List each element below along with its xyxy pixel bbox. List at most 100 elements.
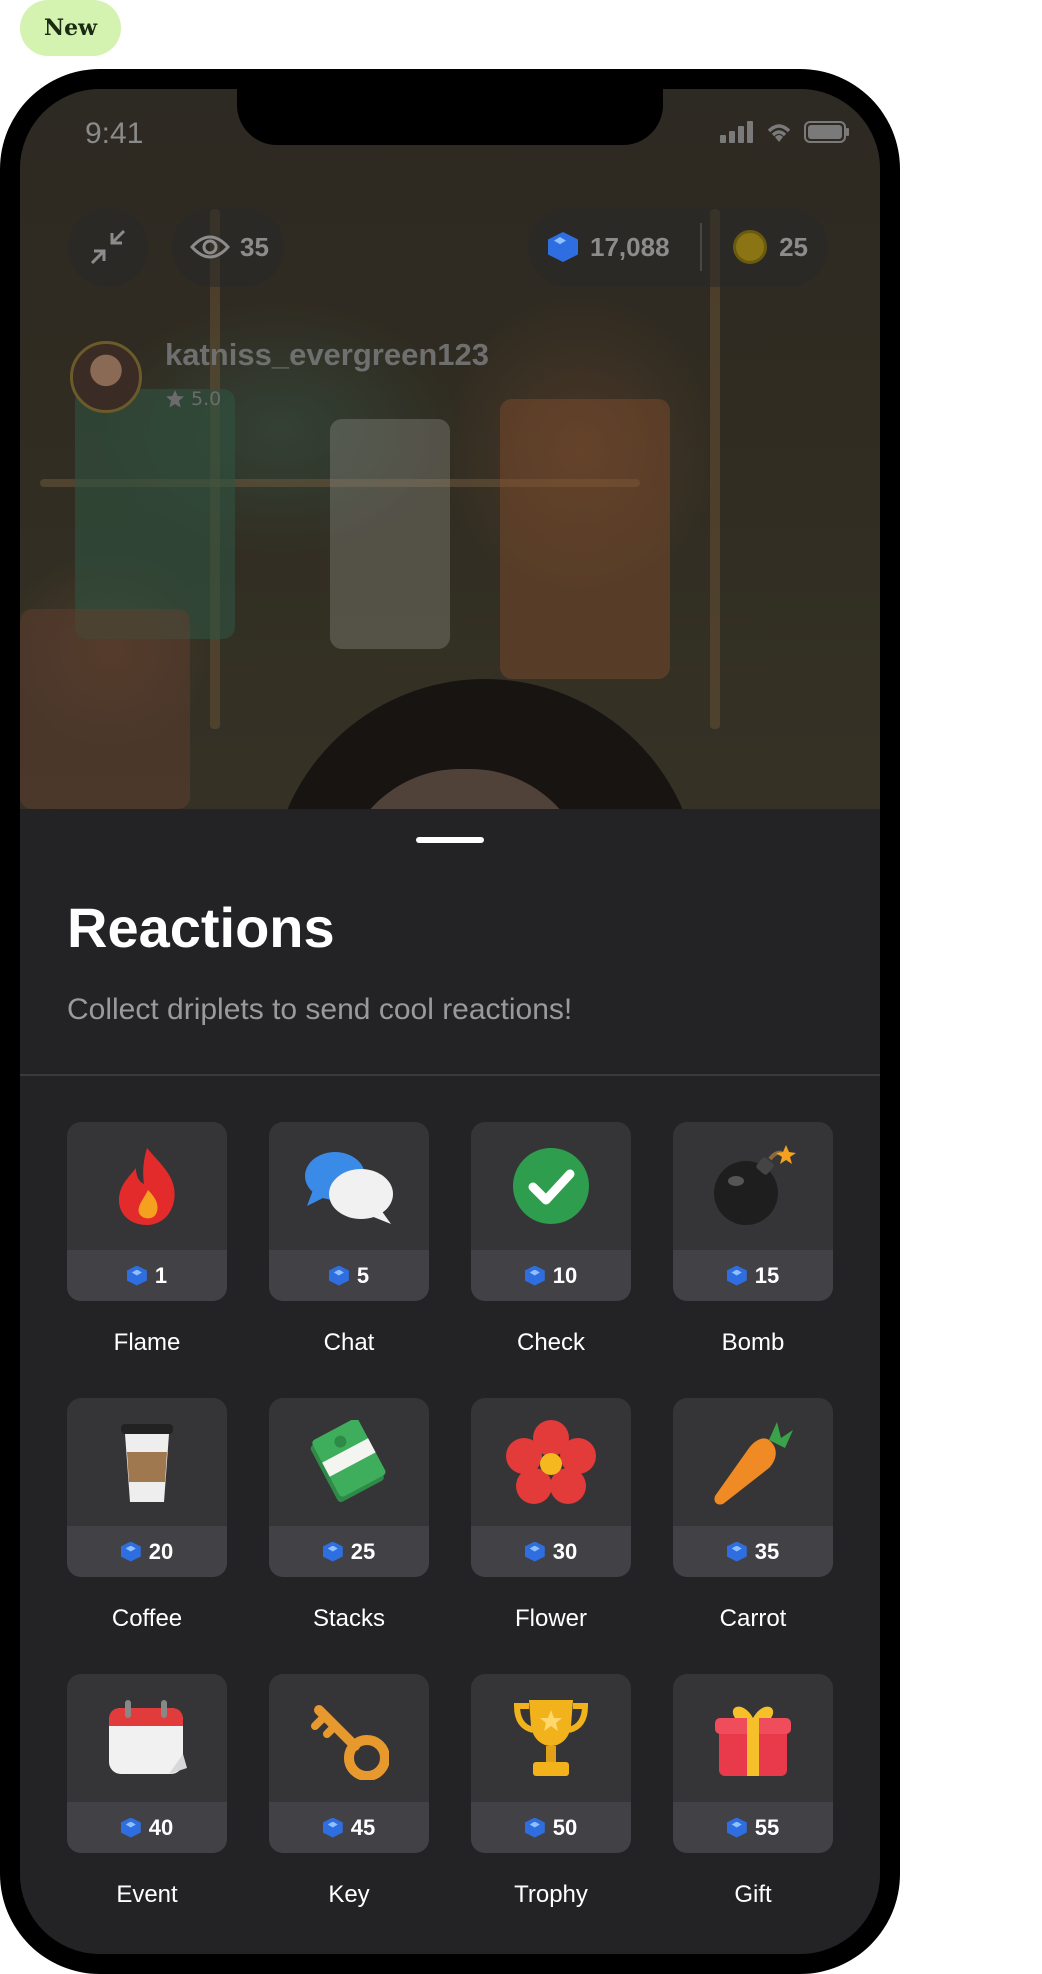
- reactions-sheet: Reactions Collect driplets to send cool …: [20, 809, 880, 1954]
- reaction-price: 15: [673, 1250, 833, 1301]
- gem-balance: 17,088: [548, 232, 670, 263]
- gem-icon: [120, 1541, 141, 1562]
- reaction-price: 35: [673, 1526, 833, 1577]
- reaction-card[interactable]: 5: [269, 1122, 429, 1301]
- battery-icon: [804, 121, 849, 143]
- coin-balance: 25: [733, 230, 808, 264]
- gem-icon: [126, 1265, 147, 1286]
- coin-balance-value: 25: [779, 231, 808, 262]
- calendar-icon: [67, 1674, 227, 1802]
- reaction-chat[interactable]: 5 Chat: [269, 1122, 429, 1357]
- reaction-coffee[interactable]: 20 Coffee: [67, 1398, 227, 1633]
- reaction-price: 30: [471, 1526, 631, 1577]
- minimize-button[interactable]: [68, 207, 148, 287]
- gem-icon: [524, 1817, 545, 1838]
- reaction-card[interactable]: 20: [67, 1398, 227, 1577]
- gem-icon: [548, 232, 578, 262]
- flame-icon: [67, 1122, 227, 1250]
- price-value: 10: [552, 1262, 578, 1288]
- price-value: 35: [754, 1538, 780, 1564]
- gem-balance-value: 17,088: [590, 231, 670, 262]
- reaction-card[interactable]: 50: [471, 1674, 631, 1853]
- reaction-price: 1: [67, 1250, 227, 1301]
- reaction-card[interactable]: 15: [673, 1122, 833, 1301]
- viewer-count-value: 35: [240, 231, 269, 262]
- phone-screen: 9:41 35 17,088 25 katniss_evergreen123 5…: [20, 89, 880, 1954]
- status-icons: [720, 121, 850, 143]
- reaction-event[interactable]: 40 Event: [67, 1674, 227, 1909]
- price-value: 45: [350, 1814, 376, 1840]
- streamer-rating: 5.0: [165, 388, 221, 410]
- reaction-card[interactable]: 40: [67, 1674, 227, 1853]
- price-value: 15: [754, 1262, 780, 1288]
- reaction-label: Bomb: [721, 1329, 785, 1356]
- star-icon: [166, 390, 184, 408]
- reaction-flower[interactable]: 30 Flower: [471, 1398, 631, 1633]
- sheet-divider: [20, 1074, 880, 1076]
- bomb-icon: [673, 1122, 833, 1250]
- gem-icon: [524, 1541, 545, 1562]
- reaction-label: Coffee: [111, 1605, 183, 1632]
- reaction-check[interactable]: 10 Check: [471, 1122, 631, 1357]
- gem-icon: [328, 1265, 349, 1286]
- reaction-carrot[interactable]: 35 Carrot: [673, 1398, 833, 1633]
- reaction-price: 50: [471, 1802, 631, 1853]
- check-icon: [471, 1122, 631, 1250]
- reaction-flame[interactable]: 1 Flame: [67, 1122, 227, 1357]
- reaction-bomb[interactable]: 15 Bomb: [673, 1122, 833, 1357]
- video-dim-overlay: [20, 89, 880, 809]
- phone-frame: 9:41 35 17,088 25 katniss_evergreen123 5…: [0, 69, 900, 1974]
- coffee-icon: [67, 1398, 227, 1526]
- live-stream-video: [20, 89, 880, 1039]
- reaction-price: 45: [269, 1802, 429, 1853]
- price-value: 50: [552, 1814, 578, 1840]
- reaction-price: 55: [673, 1802, 833, 1853]
- gem-icon: [322, 1541, 343, 1562]
- reaction-price: 25: [269, 1526, 429, 1577]
- reaction-trophy[interactable]: 50 Trophy: [471, 1674, 631, 1909]
- reaction-price: 40: [67, 1802, 227, 1853]
- reaction-card[interactable]: 55: [673, 1674, 833, 1853]
- reaction-card[interactable]: 10: [471, 1122, 631, 1301]
- viewer-count: 35: [172, 207, 284, 287]
- reaction-price: 10: [471, 1250, 631, 1301]
- reaction-label: Flame: [113, 1329, 181, 1356]
- streamer-avatar[interactable]: [70, 341, 142, 413]
- reaction-card[interactable]: 35: [673, 1398, 833, 1577]
- price-value: 30: [552, 1538, 578, 1564]
- price-value: 40: [148, 1814, 174, 1840]
- reaction-price: 20: [67, 1526, 227, 1577]
- eye-icon: [190, 235, 230, 259]
- reaction-label: Stacks: [312, 1605, 386, 1632]
- reaction-card[interactable]: 1: [67, 1122, 227, 1301]
- reaction-key[interactable]: 45 Key: [269, 1674, 429, 1909]
- trophy-icon: [471, 1674, 631, 1802]
- chat-icon: [269, 1122, 429, 1250]
- rating-value: 5.0: [191, 388, 222, 410]
- reaction-label: Gift: [734, 1881, 772, 1908]
- money-stack-icon: [269, 1398, 429, 1526]
- gem-icon: [524, 1265, 545, 1286]
- reaction-stacks[interactable]: 25 Stacks: [269, 1398, 429, 1633]
- streamer-username[interactable]: katniss_evergreen123: [165, 337, 489, 373]
- price-value: 20: [148, 1538, 174, 1564]
- gem-icon: [726, 1265, 747, 1286]
- new-badge: New: [20, 0, 121, 56]
- reaction-label: Flower: [514, 1605, 587, 1632]
- reaction-card[interactable]: 25: [269, 1398, 429, 1577]
- gem-icon: [322, 1817, 343, 1838]
- sheet-drag-handle[interactable]: [416, 837, 484, 843]
- flower-icon: [471, 1398, 631, 1526]
- reaction-card[interactable]: 45: [269, 1674, 429, 1853]
- reaction-label: Check: [516, 1329, 586, 1356]
- sheet-title: Reactions: [67, 896, 335, 959]
- reaction-label: Key: [328, 1881, 370, 1908]
- reaction-label: Trophy: [514, 1881, 588, 1908]
- reaction-card[interactable]: 30: [471, 1398, 631, 1577]
- device-notch: [237, 89, 663, 145]
- price-value: 5: [356, 1262, 370, 1288]
- price-value: 1: [154, 1262, 168, 1288]
- reaction-label: Chat: [323, 1329, 375, 1356]
- balance-pill[interactable]: 17,088 25: [528, 207, 828, 287]
- reaction-gift[interactable]: 55 Gift: [673, 1674, 833, 1909]
